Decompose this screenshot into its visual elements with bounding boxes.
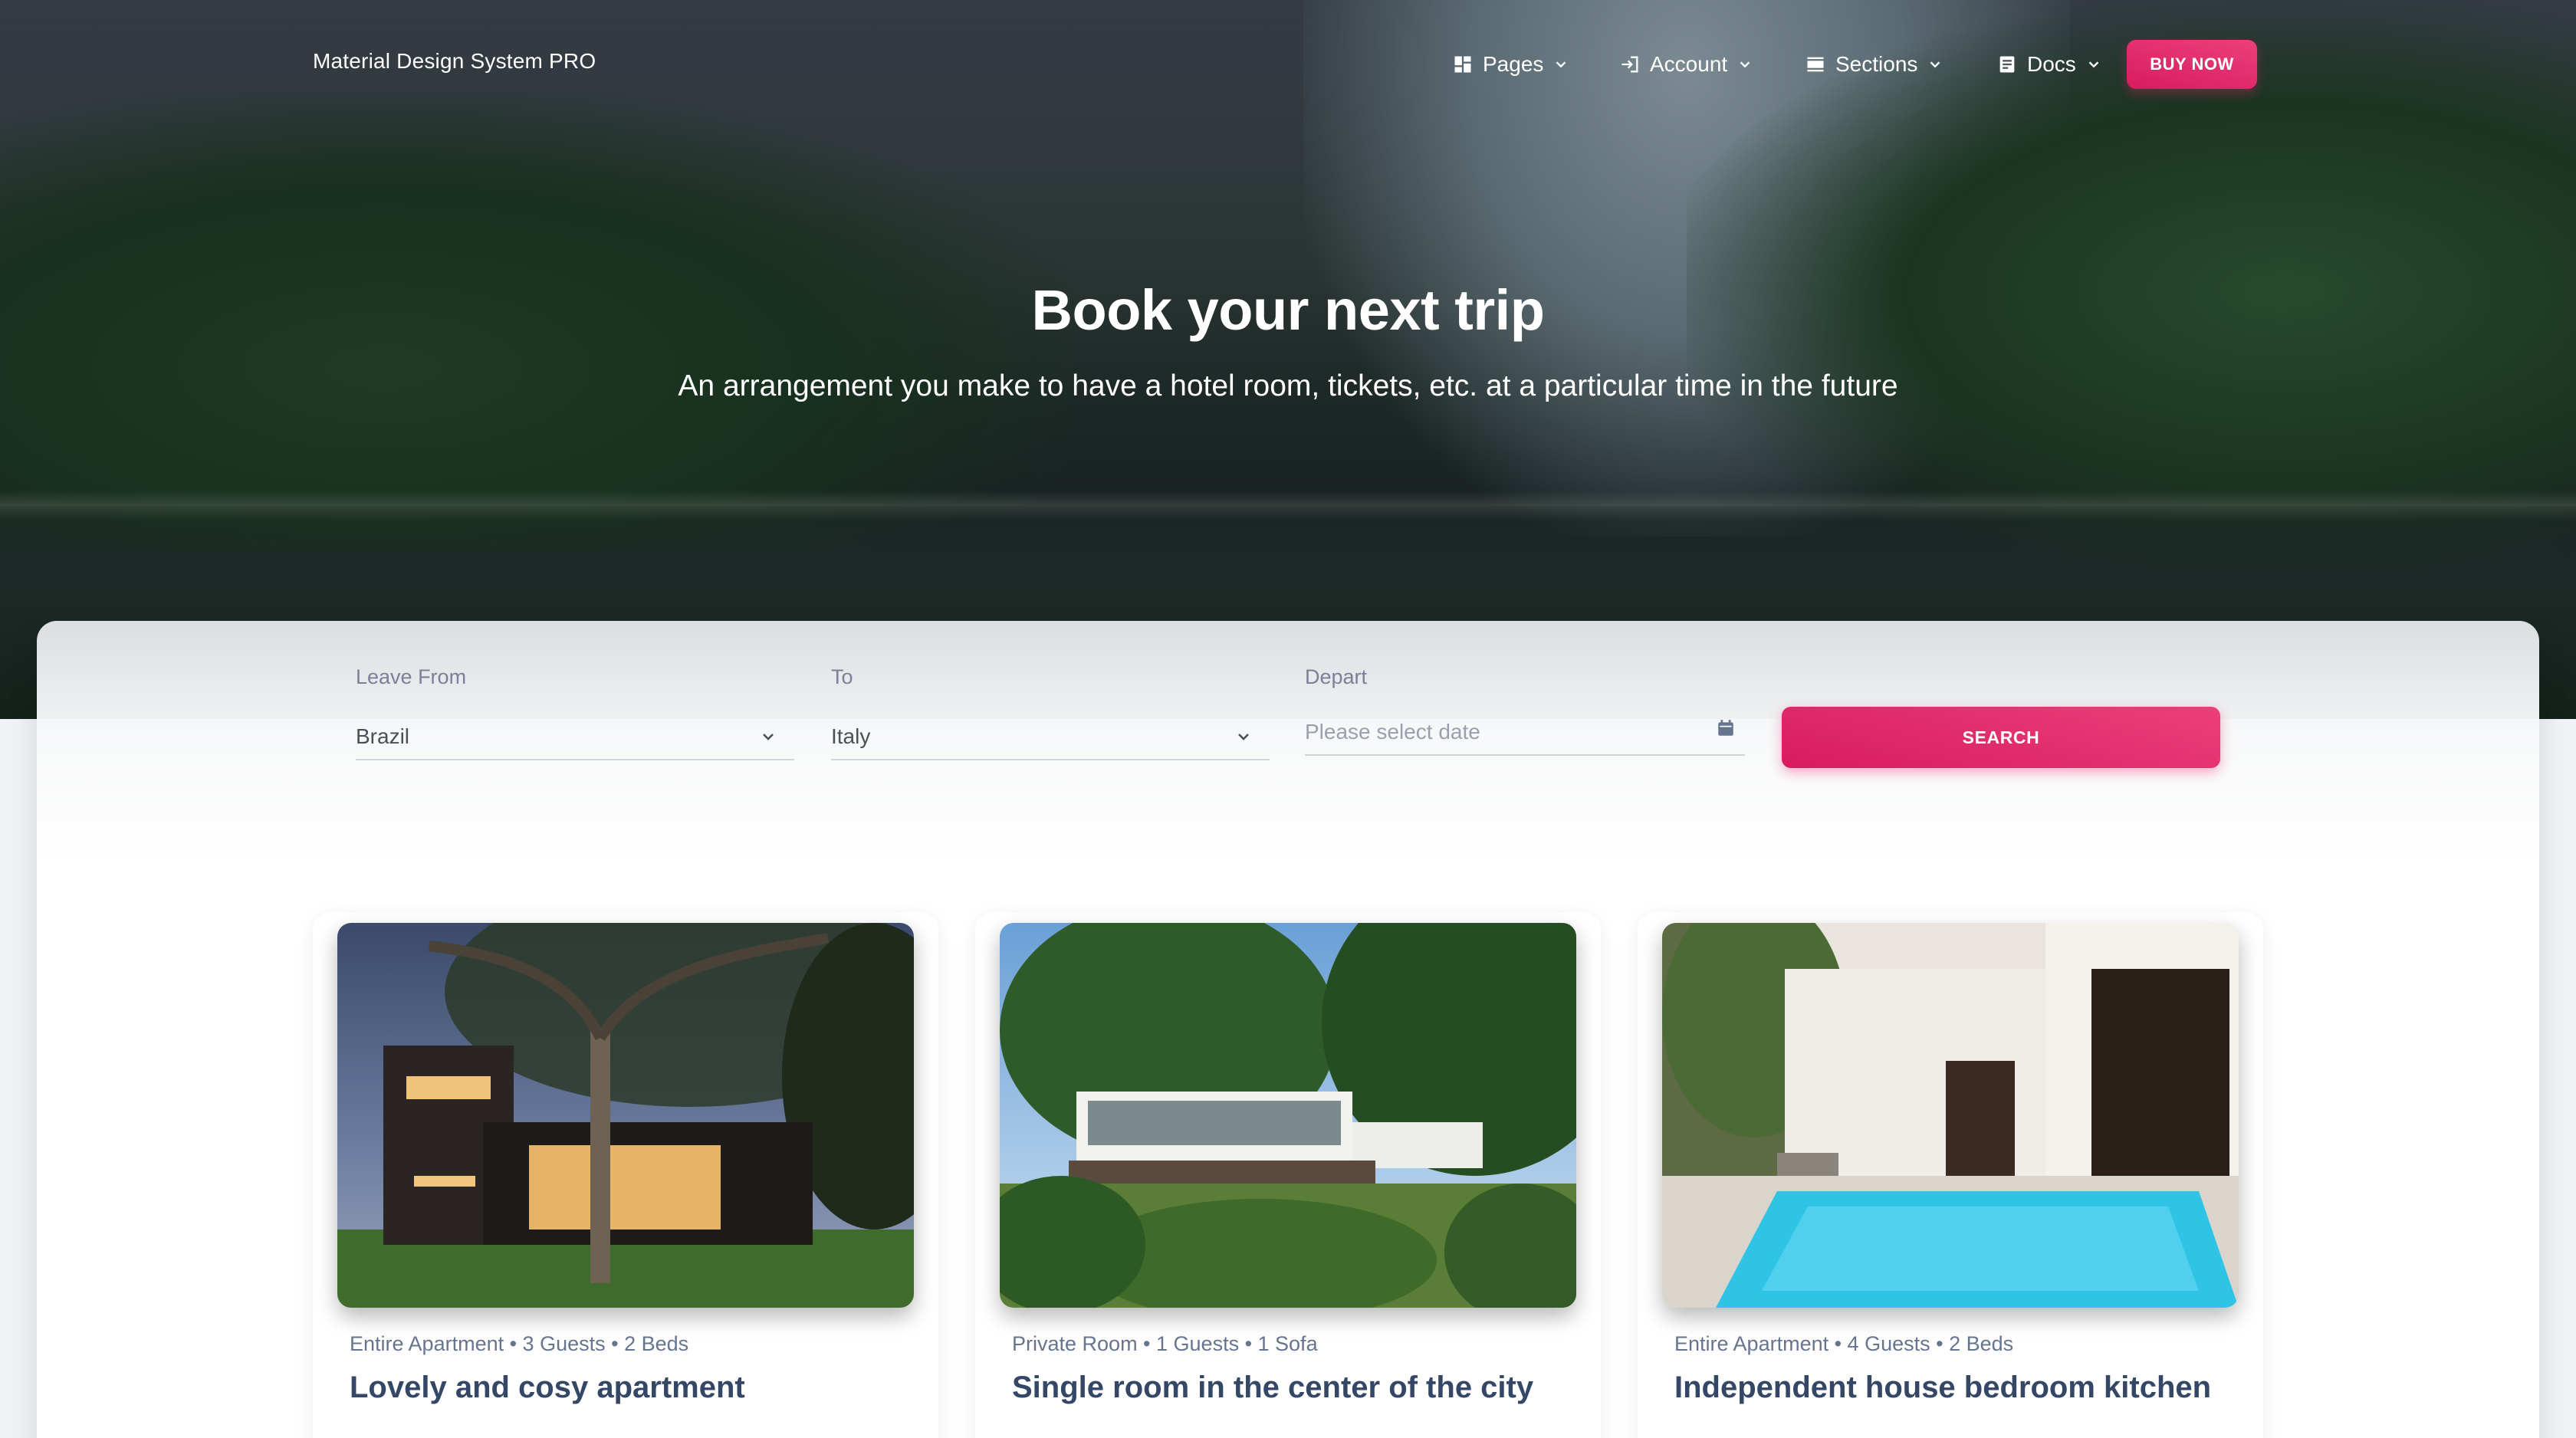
- to-value: Italy: [831, 724, 871, 748]
- nav-item-label: Pages: [1483, 52, 1544, 76]
- depart-label: Depart: [1305, 665, 1368, 688]
- nav-item-label: Sections: [1835, 52, 1918, 76]
- brand-link[interactable]: Material Design System PRO: [313, 49, 596, 74]
- search-button[interactable]: SEARCH: [1782, 707, 2220, 768]
- view-day-icon: [1807, 57, 1824, 72]
- listing-card[interactable]: Private Room • 1 Guests • 1 Sofa Single …: [975, 912, 1601, 1438]
- nav-item-docs[interactable]: Docs: [1996, 48, 2102, 81]
- chevron-down-icon: [2088, 61, 2099, 68]
- chevron-down-icon: [1930, 61, 1940, 68]
- listing-photo-glass-house[interactable]: [1000, 923, 1576, 1308]
- nav-item-label: Docs: [2027, 52, 2076, 76]
- dashboard-icon: [1454, 56, 1471, 73]
- chevron-down-icon: [763, 734, 774, 740]
- depart-date-input[interactable]: Please select date: [1305, 710, 1745, 756]
- hero-subtitle: An arrangement you make to have a hotel …: [678, 369, 1898, 402]
- nav-item-label: Account: [1650, 52, 1728, 76]
- buy-now-button[interactable]: BUY NOW: [2127, 40, 2257, 89]
- chevron-down-icon: [1556, 61, 1566, 68]
- listing-photo-modern-house[interactable]: [337, 923, 914, 1308]
- listing-title[interactable]: Single room in the center of the city: [1012, 1371, 1533, 1405]
- listing-meta: Entire Apartment • 4 Guests • 2 Beds: [1674, 1332, 2014, 1355]
- listing-card[interactable]: Entire Apartment • 3 Guests • 2 Beds Lov…: [313, 912, 938, 1438]
- depart-placeholder: Please select date: [1305, 720, 1480, 744]
- chevron-down-icon: [1740, 61, 1750, 68]
- to-label: To: [831, 665, 853, 688]
- nav-item-pages[interactable]: Pages: [1452, 48, 1569, 81]
- listing-title[interactable]: Independent house bedroom kitchen: [1674, 1371, 2211, 1405]
- listing-title[interactable]: Lovely and cosy apartment: [350, 1371, 745, 1405]
- calendar-icon[interactable]: [1716, 718, 1736, 738]
- leave-from-select[interactable]: Brazil: [356, 714, 794, 760]
- chevron-down-icon: [1238, 734, 1249, 740]
- leave-from-value: Brazil: [356, 724, 410, 748]
- listing-card[interactable]: Entire Apartment • 4 Guests • 2 Beds Ind…: [1638, 912, 2263, 1438]
- listing-meta: Private Room • 1 Guests • 1 Sofa: [1012, 1332, 1318, 1355]
- hero-title: Book your next trip: [1031, 278, 1545, 342]
- nav-item-sections[interactable]: Sections: [1805, 48, 1944, 81]
- article-icon: [1999, 56, 2015, 73]
- navbar: Material Design System PRO Pages Account…: [0, 0, 2576, 129]
- nav-item-account[interactable]: Account: [1619, 48, 1753, 81]
- modern-house-image: [337, 923, 914, 1308]
- pool-house-image: [1662, 923, 2239, 1308]
- listing-meta: Entire Apartment • 3 Guests • 2 Beds: [350, 1332, 689, 1355]
- leave-from-label: Leave From: [356, 665, 467, 688]
- to-select[interactable]: Italy: [831, 714, 1270, 760]
- login-icon: [1622, 56, 1638, 73]
- glass-house-image: [1000, 923, 1576, 1308]
- listing-photo-pool-house[interactable]: [1662, 923, 2239, 1308]
